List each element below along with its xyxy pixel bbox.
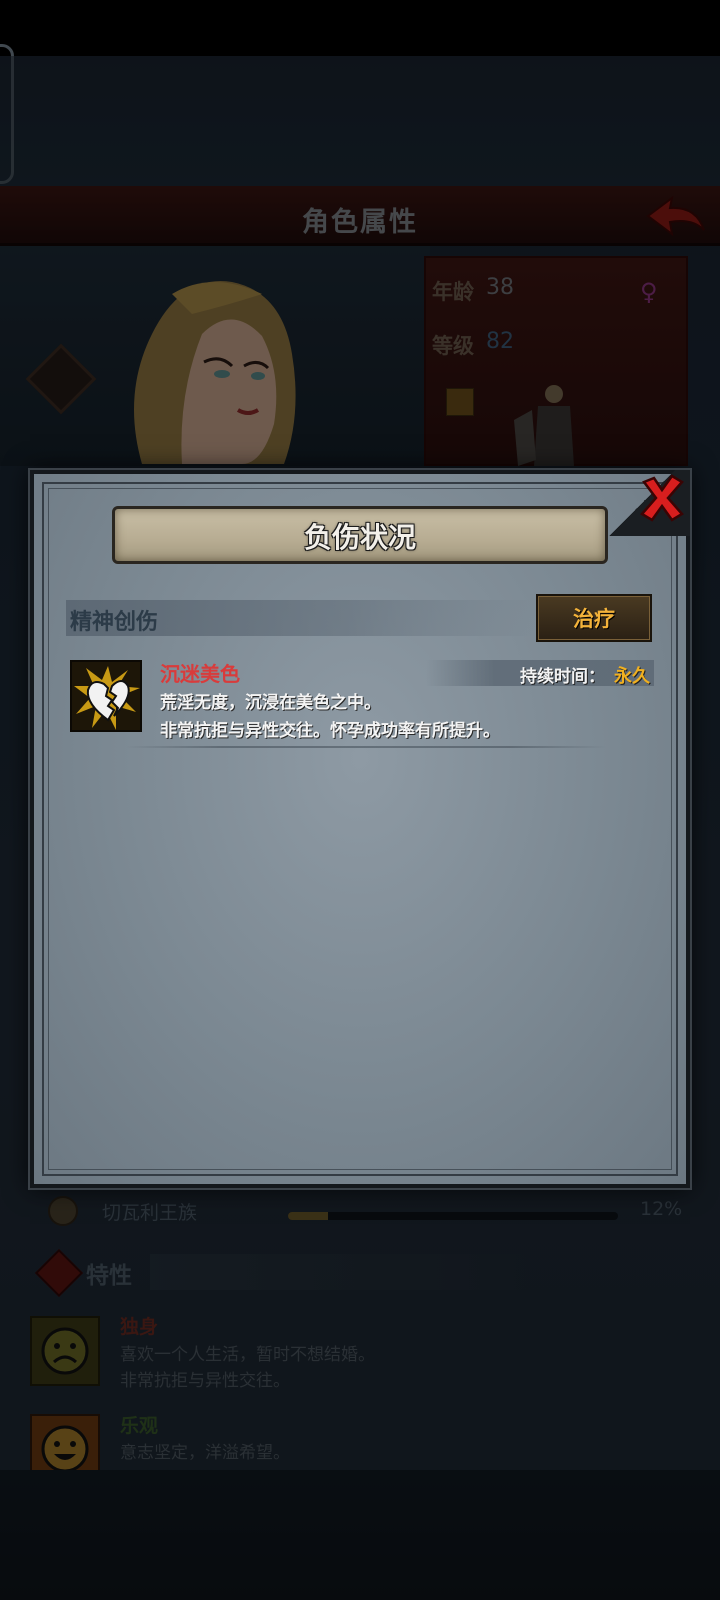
dialog-border-inner bbox=[48, 488, 672, 1170]
heal-button[interactable]: 治疗 bbox=[536, 594, 652, 642]
injury-status-dialog bbox=[30, 470, 690, 1188]
injury-desc-line: 非常抗拒与异性交往。怀孕成功率有所提升。 bbox=[160, 721, 500, 741]
close-button[interactable] bbox=[636, 472, 688, 524]
injury-divider bbox=[126, 746, 606, 748]
broken-heart-icon[interactable] bbox=[70, 660, 142, 732]
heal-button-label: 治疗 bbox=[573, 607, 615, 631]
dialog-title: 负伤状况 bbox=[303, 521, 416, 554]
duration-value: 永久 bbox=[614, 666, 650, 687]
section-label-mental-trauma: 精神创伤 bbox=[70, 610, 159, 635]
status-bar bbox=[0, 0, 720, 56]
duration-label: 持续时间： bbox=[520, 667, 605, 687]
injury-desc-line: 荒淫无度，沉浸在美色之中。 bbox=[160, 693, 381, 713]
close-icon bbox=[640, 474, 684, 522]
injury-name: 沉迷美色 bbox=[160, 662, 240, 686]
